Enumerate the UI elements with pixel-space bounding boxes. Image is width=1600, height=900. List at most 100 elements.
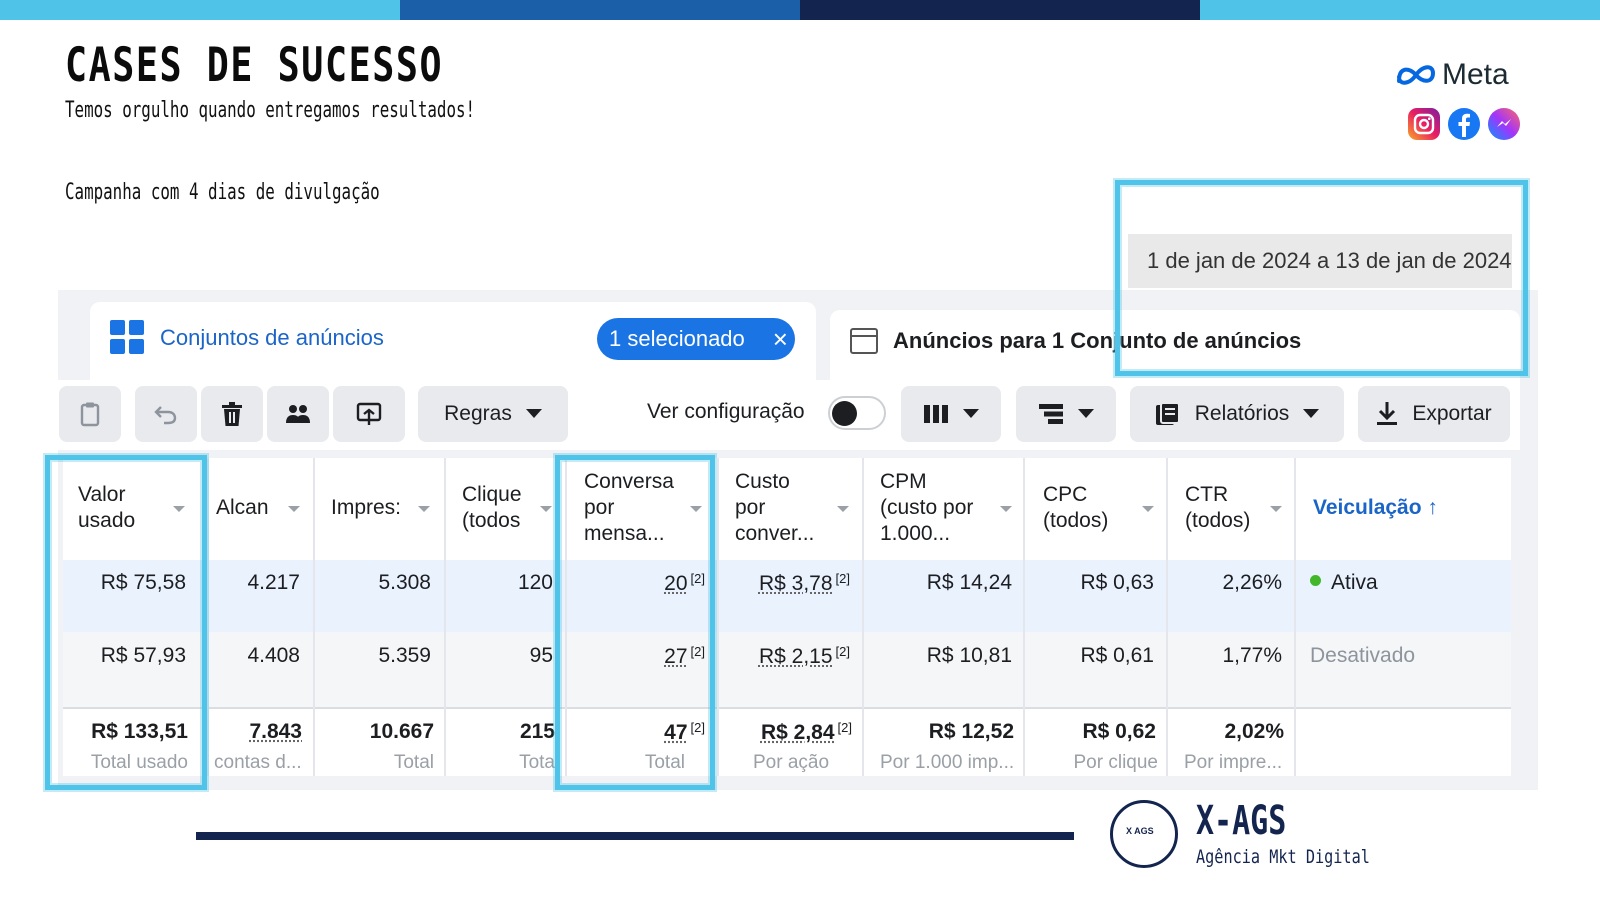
total-cpm: R$ 12,52	[928, 720, 1014, 743]
total-impressions: 10.667	[369, 720, 434, 743]
caret-down-icon	[963, 409, 979, 418]
rules-dropdown[interactable]: Regras	[418, 386, 568, 442]
column-divider	[313, 458, 315, 776]
total-label: Por impre...	[1184, 752, 1283, 773]
ab-test-icon	[356, 402, 382, 425]
column-divider	[444, 458, 446, 776]
agency-logo-mark: X AGS	[1126, 826, 1154, 836]
header-clicks[interactable]: Clique (todos	[462, 482, 534, 534]
messenger-icon	[1488, 108, 1520, 140]
breakdown-button[interactable]	[1016, 386, 1116, 442]
header-cpc[interactable]: CPC (todos)	[1043, 482, 1133, 534]
highlight-frame-conversations	[555, 455, 715, 790]
footnote-marker: [2]	[837, 720, 852, 735]
selected-pill-label: 1 selecionado	[609, 326, 745, 351]
export-button[interactable]: Exportar	[1358, 386, 1510, 442]
cell-clicks: 95	[529, 644, 553, 667]
footnote-marker: [2]	[835, 571, 850, 586]
rules-label: Regras	[444, 402, 512, 425]
sort-icon[interactable]	[288, 506, 300, 512]
header-cpm[interactable]: CPM (custo por 1.000...	[880, 469, 998, 547]
selected-pill[interactable]: 1 selecionado ×	[597, 318, 795, 360]
total-cpc: R$ 0,62	[1082, 720, 1156, 743]
people-icon	[286, 405, 310, 423]
export-label: Exportar	[1412, 402, 1492, 425]
agency-tagline: Agência Mkt Digital	[1196, 846, 1370, 868]
view-setting-label: Ver configuração	[647, 400, 805, 423]
top-color-bar	[0, 0, 1600, 20]
cell-ctr: 2,26%	[1222, 571, 1282, 594]
total-cost-conversation[interactable]: R$ 2,84 [2]	[722, 720, 852, 745]
footnote-marker: [2]	[835, 644, 850, 659]
cell-cpm: R$ 10,81	[926, 644, 1012, 667]
total-label: Por 1.000 imp...	[880, 752, 1015, 773]
instagram-icon	[1408, 108, 1440, 140]
total-label: Por clique	[1073, 752, 1159, 773]
sort-icon[interactable]	[1000, 506, 1012, 512]
status-dot	[1310, 575, 1321, 586]
cell-cost-conversation[interactable]: R$ 2,15 [2]	[722, 644, 850, 669]
header-delivery[interactable]: Veiculação ↑	[1313, 495, 1503, 521]
column-divider	[862, 458, 864, 776]
close-icon[interactable]: ×	[773, 324, 788, 355]
column-divider	[207, 458, 209, 776]
undo-icon	[154, 406, 177, 425]
cell-ctr: 1,77%	[1222, 644, 1282, 667]
social-icons	[1408, 108, 1520, 140]
sort-icon[interactable]	[1270, 506, 1282, 512]
ab-test-button[interactable]	[333, 386, 405, 442]
caret-down-icon	[525, 409, 542, 418]
header-impressions[interactable]: Impres:	[331, 495, 411, 521]
audience-button[interactable]	[267, 386, 329, 442]
total-label: contas d...	[214, 752, 302, 773]
total-label: Total	[393, 752, 434, 773]
total-label: Tota	[519, 752, 555, 773]
view-setting-toggle[interactable]	[828, 396, 886, 430]
download-icon	[1377, 402, 1398, 425]
header-reach[interactable]: Alcan	[216, 495, 286, 521]
reports-dropdown[interactable]: Relatórios	[1130, 386, 1344, 442]
sort-icon[interactable]	[418, 506, 430, 512]
caret-down-icon	[1078, 409, 1094, 418]
reports-label: Relatórios	[1194, 402, 1290, 425]
footer-divider	[196, 832, 1074, 840]
reports-icon	[1155, 402, 1180, 425]
header-cost-conversation[interactable]: Custo por conver...	[735, 469, 831, 547]
total-reach-value[interactable]: 7.843	[249, 720, 302, 743]
undo-button[interactable]	[135, 386, 197, 442]
column-divider	[1023, 458, 1025, 776]
meta-label: Meta	[1442, 58, 1509, 91]
highlight-frame-spent	[45, 455, 207, 790]
meta-logo: Meta	[1395, 58, 1535, 92]
delete-button[interactable]	[201, 386, 263, 442]
grid-icon	[110, 320, 144, 354]
cell-clicks: 120	[517, 571, 553, 594]
total-reach[interactable]: 7.843	[210, 720, 302, 744]
cell-cost-conversation[interactable]: R$ 3,78 [2]	[722, 571, 850, 596]
cost-conversation-value[interactable]: R$ 3,78	[759, 572, 833, 595]
cost-conversation-value[interactable]: R$ 2,15	[759, 645, 833, 668]
column-divider	[1294, 458, 1296, 776]
cell-reach: 4.217	[247, 571, 300, 594]
header-ctr[interactable]: CTR (todos)	[1185, 482, 1265, 534]
ad-window-icon	[850, 328, 878, 354]
sort-icon[interactable]	[540, 506, 552, 512]
columns-icon	[924, 405, 948, 423]
highlight-frame-date	[1115, 180, 1528, 376]
duplicate-button[interactable]	[59, 386, 121, 442]
cell-cpc: R$ 0,63	[1080, 571, 1154, 594]
column-divider	[1166, 458, 1168, 776]
clipboard-icon	[80, 402, 100, 427]
cell-delivery: Ativa	[1310, 571, 1510, 595]
total-label: Por ação	[753, 752, 830, 773]
total-cost-conversation-value[interactable]: R$ 2,84	[761, 721, 835, 744]
cell-delivery: Desativado	[1310, 644, 1416, 667]
tab-adsets-label: Conjuntos de anúncios	[160, 325, 384, 350]
total-clicks: 215	[519, 720, 555, 743]
sort-icon[interactable]	[1142, 506, 1154, 512]
sort-icon[interactable]	[837, 506, 849, 512]
columns-button[interactable]	[901, 386, 1001, 442]
meta-infinity-icon	[1397, 65, 1436, 85]
cell-reach: 4.408	[247, 644, 300, 667]
cell-impressions: 5.359	[378, 644, 431, 667]
